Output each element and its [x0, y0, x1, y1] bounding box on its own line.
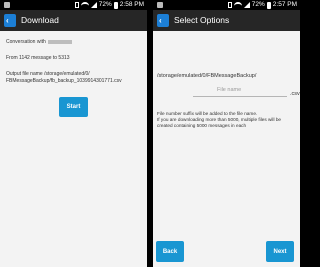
status-time: 2:58 PM — [119, 1, 144, 8]
download-screen: 72% 2:58 PM ‹ Download Conversation with… — [0, 0, 147, 267]
start-button[interactable]: Start — [59, 97, 88, 117]
battery-icon — [266, 1, 271, 9]
action-bar: ‹ Download — [0, 10, 147, 31]
filename-input[interactable]: File name — [193, 86, 287, 97]
screen-title: Download — [21, 15, 59, 25]
up-navigation-button[interactable]: ‹ — [4, 14, 16, 27]
battery-percent: 72% — [251, 1, 265, 8]
back-arrow-icon: ‹ — [6, 16, 9, 25]
wifi-icon — [233, 2, 242, 8]
status-bar: 72% 2:57 PM — [153, 0, 300, 10]
screen-title: Select Options — [174, 15, 230, 25]
status-time: 2:57 PM — [272, 1, 297, 8]
output-filename-line2: FBMessageBackup/fb_backup_1039914301771.… — [6, 78, 122, 84]
next-button[interactable]: Next — [266, 241, 294, 262]
notification-icon — [4, 2, 10, 8]
back-button[interactable]: Back — [156, 241, 184, 262]
wifi-icon — [80, 2, 89, 8]
notification-icon — [157, 2, 163, 8]
conversation-label: Conversation with — [6, 39, 46, 45]
vibrate-icon — [227, 2, 232, 8]
output-filename-line1: Output file name /storage/emulated/0/ — [6, 71, 90, 77]
info-text-line2: If you are downloading more than 5000, m… — [157, 117, 282, 122]
info-text-line1: File number suffix will be added to the … — [157, 111, 258, 116]
info-text-line3: created containing 5000 messages in each — [157, 123, 247, 128]
back-arrow-icon: ‹ — [159, 16, 162, 25]
conversation-row: Conversation with — [6, 39, 72, 45]
message-range-text: From 1142 message to 5313 — [6, 55, 70, 61]
signal-icon — [90, 2, 97, 8]
up-navigation-button[interactable]: ‹ — [157, 14, 169, 27]
vibrate-icon — [74, 2, 79, 8]
battery-percent: 72% — [98, 1, 112, 8]
action-bar: ‹ Select Options — [153, 10, 300, 31]
select-options-screen: 72% 2:57 PM ‹ Select Options /storage/em… — [153, 0, 300, 267]
signal-icon — [243, 2, 250, 8]
folder-path: /storage/emulated/0/FBMessageBackup/ — [157, 73, 257, 79]
redacted-name — [47, 39, 72, 44]
filename-placeholder: File name — [217, 87, 242, 93]
status-bar: 72% 2:58 PM — [0, 0, 147, 10]
file-extension-suffix: .csv — [290, 91, 300, 97]
battery-icon — [113, 1, 118, 9]
